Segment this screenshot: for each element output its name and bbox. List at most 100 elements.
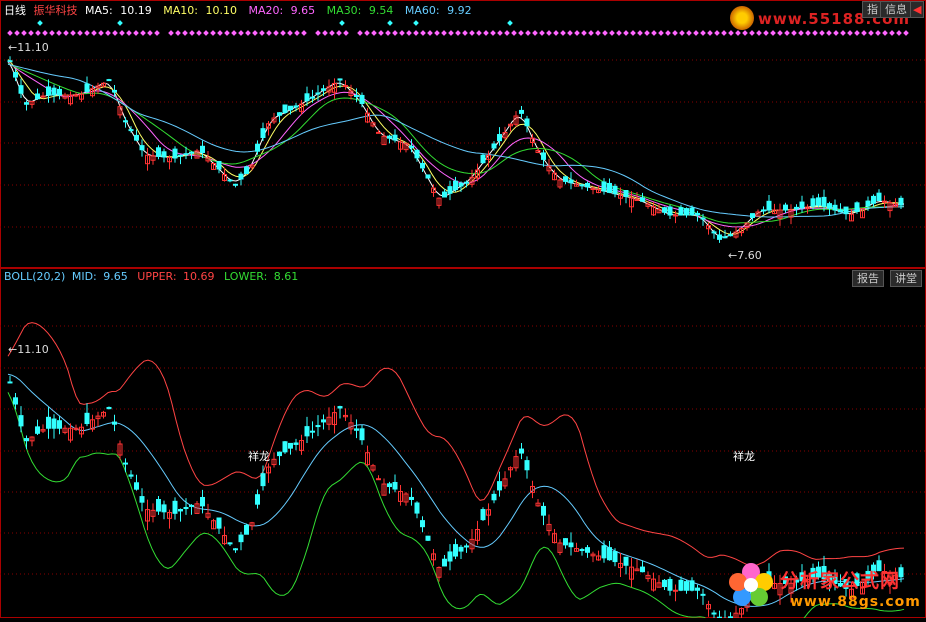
signal-marker (287, 30, 293, 36)
candle-body (359, 428, 365, 441)
signal-marker (427, 30, 433, 36)
candle-body (497, 481, 502, 491)
candle-body (51, 87, 57, 96)
candle-body (480, 509, 486, 521)
signal-marker (455, 30, 461, 36)
candle-body (376, 131, 381, 134)
signal-marker (819, 30, 825, 36)
signal-marker (210, 30, 216, 36)
flower-logo-svg (729, 563, 773, 606)
candle-body (442, 558, 447, 567)
candle-body (447, 186, 453, 194)
signal-marker (546, 30, 552, 36)
candle-body (524, 460, 530, 471)
candle-body (684, 581, 689, 591)
signal-marker (483, 30, 489, 36)
candle-body (392, 134, 398, 141)
bottom-watermark-url: www.88gs.com (790, 594, 921, 610)
candle-body (541, 152, 546, 160)
signal-marker (126, 30, 132, 36)
candle-body (458, 182, 464, 187)
signal-marker (896, 30, 902, 36)
signal-marker (364, 30, 370, 36)
signal-marker (203, 30, 209, 36)
ma60-label: MA60: 9.92 (405, 4, 476, 17)
candle-body (579, 184, 585, 187)
price-candles (7, 56, 904, 243)
info-button[interactable]: 信息 (880, 1, 912, 18)
candle-body (827, 203, 832, 209)
ma20-value: 9.65 (290, 4, 316, 17)
signal-marker (266, 30, 272, 36)
signal-marker (168, 30, 174, 36)
candle-body (189, 151, 194, 154)
signal-marker-top (339, 20, 345, 26)
candle-body (662, 207, 667, 213)
signal-marker (882, 30, 888, 36)
candle-body (172, 500, 178, 514)
ma20-key: MA20: (248, 4, 284, 17)
signal-marker (679, 30, 685, 36)
candle-body (673, 214, 678, 217)
signal-marker (329, 30, 335, 36)
signal-marker (700, 30, 706, 36)
top-high-value: 11.10 (17, 41, 49, 54)
signal-marker (399, 30, 405, 36)
candle-body (794, 206, 799, 210)
candle-body (178, 508, 183, 512)
candle-body (233, 183, 238, 186)
signal-marker (784, 30, 790, 36)
candle-body (453, 180, 458, 191)
signal-marker (182, 30, 188, 36)
candle-body (810, 198, 816, 207)
signal-marker (903, 30, 909, 36)
candle-body (700, 217, 706, 220)
signal-marker (231, 30, 237, 36)
signal-marker (714, 30, 720, 36)
candle-body (123, 120, 128, 123)
candle-body (673, 589, 678, 592)
candle-body (601, 545, 607, 559)
ma10-key: MA10: (163, 4, 198, 17)
close-panel-button[interactable]: ◀ (910, 1, 925, 18)
signal-marker (847, 30, 853, 36)
signal-marker (490, 30, 496, 36)
signal-marker (756, 30, 762, 36)
signal-marker (581, 30, 587, 36)
signal-marker (189, 30, 195, 36)
candle-body (684, 208, 689, 216)
candle-body (711, 231, 717, 234)
signal-marker (868, 30, 874, 36)
signal-marker (14, 30, 20, 36)
candle-body (227, 179, 233, 182)
lecture-button[interactable]: 讲堂 (890, 270, 922, 287)
candle-body (871, 195, 876, 204)
signal-marker (749, 30, 755, 36)
candle-body (354, 428, 359, 431)
signal-marker (35, 30, 41, 36)
candle-body (607, 182, 612, 193)
signal-marker (84, 30, 90, 36)
candle-body (579, 549, 585, 552)
signal-marker (392, 30, 398, 36)
candle-body (359, 94, 365, 105)
report-button[interactable]: 报告 (852, 270, 884, 287)
candle-body (337, 78, 343, 81)
signal-marker (294, 30, 300, 36)
candle-body (35, 426, 40, 434)
indicator-name: BOLL(20,2) (4, 270, 66, 283)
mid-label: MID: 9.65 (72, 270, 131, 283)
candle-body (563, 538, 568, 546)
candle-body (216, 160, 222, 170)
signal-marker (357, 30, 363, 36)
top-high-label: ←11.10 (8, 41, 49, 54)
candle-body (315, 92, 321, 95)
signal-marker (147, 30, 153, 36)
ma60-key: MA60: (404, 4, 440, 17)
candle-body (425, 174, 431, 179)
signal-marker (49, 30, 55, 36)
candle-body (161, 504, 167, 513)
signal-marker (378, 30, 384, 36)
candle-body (843, 206, 849, 215)
candle-body (354, 94, 359, 97)
